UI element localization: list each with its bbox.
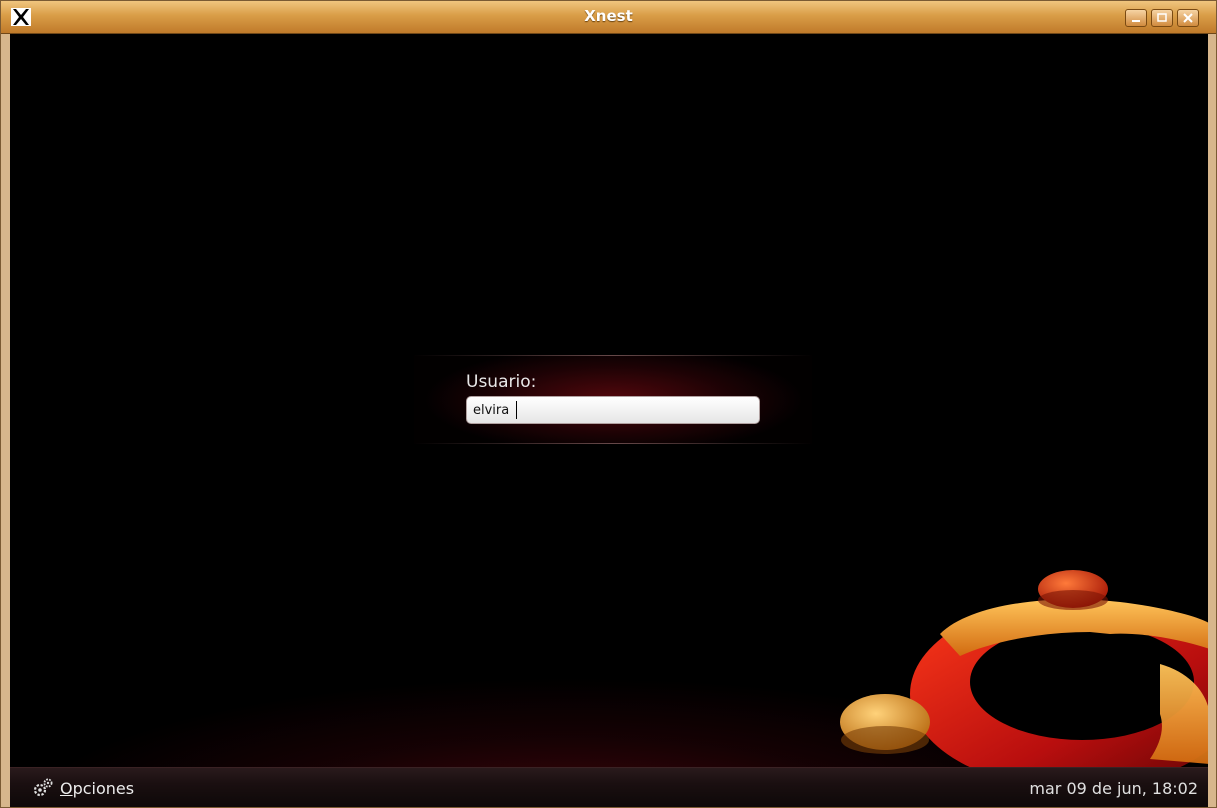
options-label-rest: pciones <box>72 778 135 798</box>
clock: mar 09 de jun, 18:02 <box>1029 779 1198 798</box>
close-button[interactable] <box>1177 9 1199 27</box>
options-button[interactable]: Opciones <box>32 777 134 799</box>
xnest-window: Xnest Usuario: elvira Opciones mar 09 de… <box>0 0 1217 808</box>
window-title: Xnest <box>584 7 633 25</box>
username-input[interactable] <box>466 396 760 424</box>
maximize-button[interactable] <box>1151 9 1173 27</box>
login-panel: Usuario: <box>414 355 812 444</box>
minimize-button[interactable] <box>1125 9 1147 27</box>
login-screen: Usuario: elvira Opciones mar 09 de jun, … <box>10 34 1208 807</box>
panel-divider-top <box>414 355 812 356</box>
panel-divider-bottom <box>414 443 812 444</box>
bottom-panel: Opciones mar 09 de jun, 18:02 <box>10 767 1208 807</box>
gears-icon <box>33 778 53 797</box>
options-accelerator: O <box>60 778 73 798</box>
ubuntu-logo-icon <box>840 570 1208 769</box>
close-icon <box>1183 13 1193 23</box>
maximize-icon <box>1157 13 1167 22</box>
username-label: Usuario: <box>466 372 537 392</box>
options-label: Opciones <box>60 779 134 798</box>
title-bar[interactable]: Xnest <box>1 1 1216 34</box>
text-caret <box>516 401 517 419</box>
minimize-icon <box>1132 20 1140 22</box>
